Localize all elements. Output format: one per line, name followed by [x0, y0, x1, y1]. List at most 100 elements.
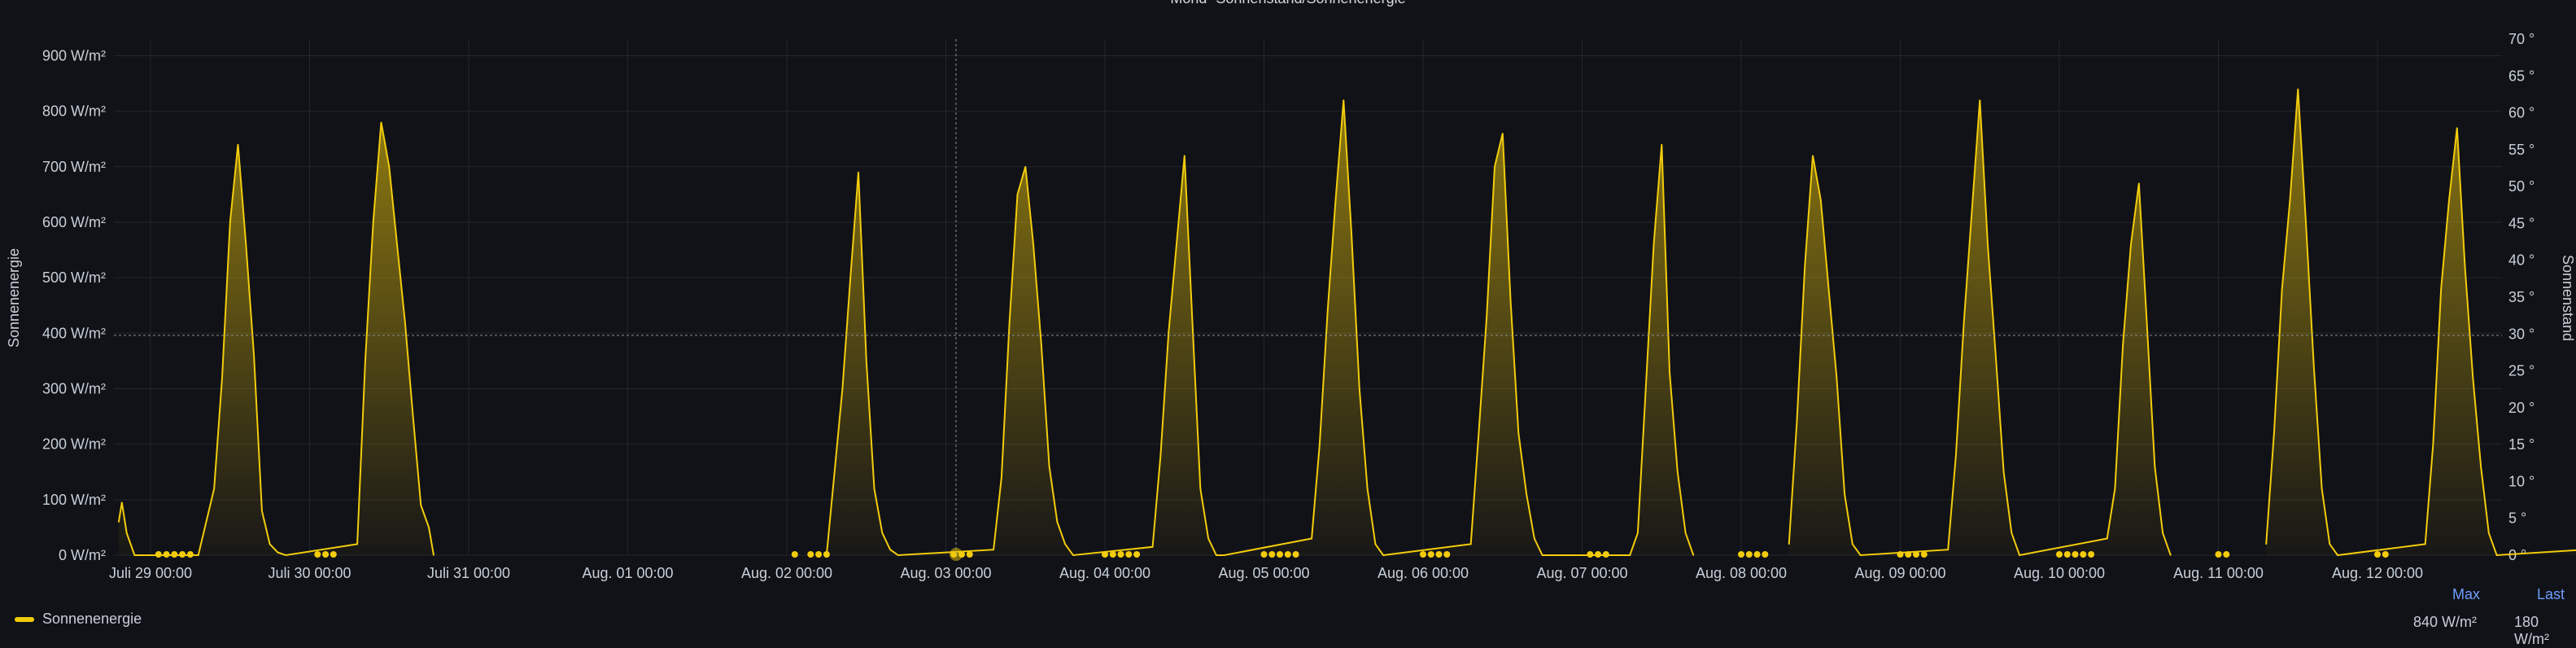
series-sonnenenergie[interactable] [117, 88, 2576, 557]
data-point [2495, 554, 2498, 556]
data-point [1016, 194, 1019, 195]
data-point [1788, 543, 1790, 545]
legend-item-sonnenenergie[interactable]: Sonnenenergie [15, 611, 142, 628]
series-line[interactable] [825, 99, 1695, 557]
data-point [1382, 554, 1384, 556]
data-point [2464, 265, 2466, 268]
y-tick-label: 100 W/m² [42, 492, 106, 508]
data-point [2265, 543, 2267, 545]
data-point [1033, 243, 1034, 246]
data-point [1064, 543, 1066, 545]
sun-position-marker [2080, 551, 2087, 558]
left-y-axis: 0 W/m² 100 W/m² 200 W/m² 300 W/m² 400 W/m² 50… [42, 47, 106, 563]
sun-position-marker [1427, 551, 1434, 558]
data-point [2002, 471, 2005, 473]
data-point [1494, 166, 1495, 168]
data-point [1812, 155, 1814, 156]
data-point [396, 243, 398, 246]
legend: Sonnenenergie Max Last 840 W/m² 180 W/m² [0, 570, 2576, 647]
sun-position-marker [1920, 551, 1928, 558]
data-point [2154, 466, 2156, 467]
sun-position-marker [330, 551, 337, 558]
data-point [1947, 549, 1949, 550]
data-point [1836, 377, 1838, 379]
data-point [2170, 554, 2172, 556]
sun-position-marker [1595, 551, 1601, 558]
data-point [2106, 537, 2108, 540]
left-y-axis-label: Sonnenenergie [6, 248, 22, 348]
data-point [1669, 371, 1670, 373]
data-point [2448, 199, 2450, 201]
sun-position-marker [791, 551, 798, 558]
y-tick-label: 900 W/m² [42, 47, 106, 63]
data-point [1502, 133, 1504, 134]
y2-tick-label: 50 ° [2508, 178, 2535, 195]
sun-position-marker [1745, 551, 1753, 558]
data-point [1001, 476, 1002, 479]
data-point [1151, 546, 1154, 548]
data-point [1971, 210, 1973, 212]
data-point [1963, 321, 1965, 323]
data-point [897, 554, 899, 556]
data-point [1056, 521, 1059, 523]
data-point [1637, 532, 1639, 534]
data-point [1677, 471, 1679, 473]
legend-max-header[interactable]: Max [2452, 586, 2480, 603]
data-point [1351, 232, 1352, 234]
sun-position-marker [163, 551, 170, 558]
data-point [2162, 532, 2163, 534]
data-point [2114, 488, 2116, 489]
data-point [365, 360, 366, 362]
sun-position-marker [1133, 551, 1141, 558]
y-tick-label: 700 W/m² [42, 159, 106, 175]
y2-tick-label: 30 ° [2508, 326, 2535, 342]
y2-tick-label: 35 ° [2508, 289, 2535, 305]
sun-position-marker [2088, 551, 2095, 558]
data-point [1541, 554, 1543, 556]
sun-position-marker [2056, 551, 2063, 558]
data-point [2297, 88, 2299, 90]
data-point [1359, 387, 1360, 390]
data-point [125, 532, 128, 534]
data-point [213, 488, 216, 489]
data-point [2305, 221, 2307, 223]
data-point [2273, 432, 2275, 434]
data-point [841, 387, 844, 390]
sun-position-marker [1897, 551, 1904, 558]
data-point [833, 471, 836, 473]
sun-position-marker [171, 551, 178, 558]
data-point [993, 549, 994, 550]
sun-position-marker [1420, 551, 1426, 558]
data-point [2456, 127, 2458, 129]
sun-position-marker [1913, 551, 1919, 558]
legend-last-header[interactable]: Last [2537, 586, 2565, 603]
data-point [372, 221, 374, 223]
y2-tick-label: 10 ° [2508, 473, 2535, 489]
sun-position-marker [1125, 551, 1133, 558]
data-point [1469, 543, 1472, 545]
y-tick-label: 600 W/m² [42, 214, 106, 230]
time-series-chart[interactable]: 0 W/m² 100 W/m² 200 W/m² 300 W/m² 400 W/m² 50… [0, 0, 2576, 636]
right-y-axis: 0 °5 °10 °15 °20 °25 °30 °35 °40 °45 °50… [2508, 31, 2535, 563]
sun-position-marker [1435, 551, 1443, 558]
data-point [1796, 421, 1798, 423]
data-point [2321, 488, 2323, 489]
data-point [1319, 443, 1321, 445]
data-point [858, 171, 859, 173]
data-point [433, 554, 434, 556]
data-point [2011, 532, 2013, 534]
data-point [1223, 554, 1225, 556]
sun-position-marker [823, 551, 830, 558]
data-point [2146, 321, 2148, 323]
data-point [1804, 265, 1805, 268]
data-point [1048, 466, 1050, 467]
data-point [873, 488, 875, 489]
y2-tick-label: 55 ° [2508, 142, 2535, 158]
area-fill [118, 122, 434, 556]
area-fill [826, 100, 1694, 555]
y-tick-label: 0 W/m² [59, 547, 106, 563]
sun-position-marker [815, 551, 823, 558]
data-point [388, 166, 391, 168]
sun-position-marker [1738, 551, 1744, 558]
data-point [2488, 532, 2490, 534]
